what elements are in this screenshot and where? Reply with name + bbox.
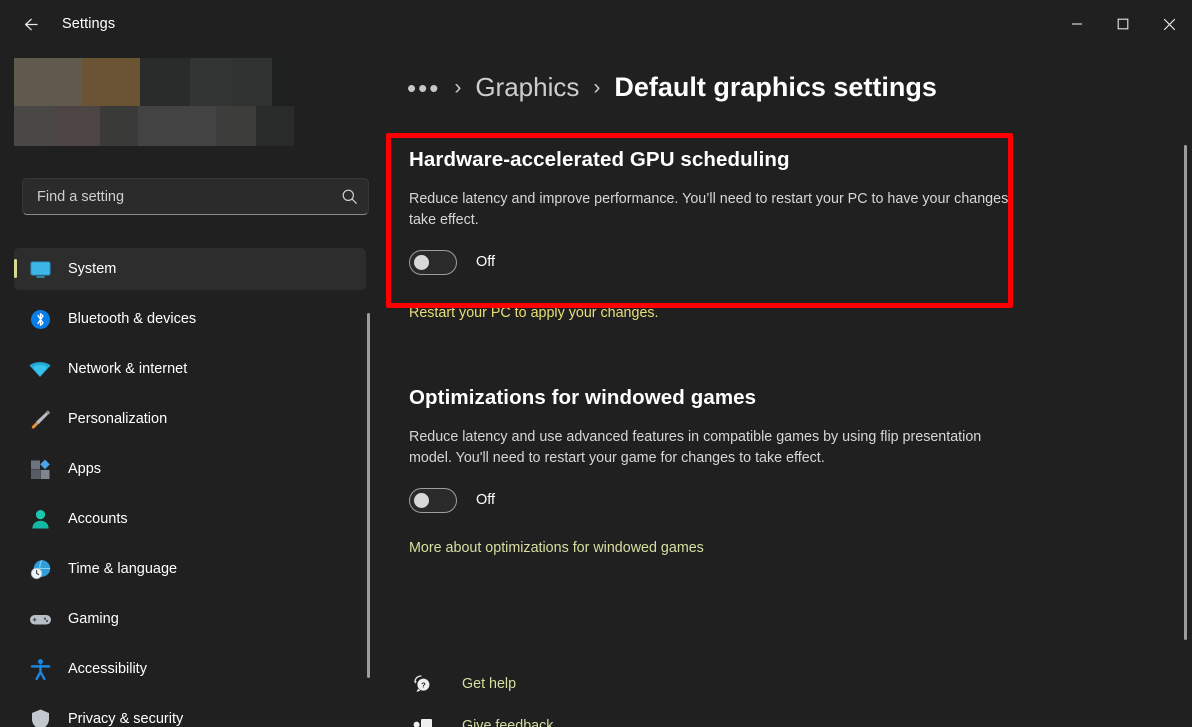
apps-icon bbox=[26, 455, 54, 483]
sidebar-item-time-language[interactable]: Time & language bbox=[14, 548, 366, 590]
bluetooth-icon bbox=[26, 305, 54, 333]
help-question-icon: ? bbox=[409, 673, 435, 695]
page-title: Default graphics settings bbox=[614, 72, 937, 102]
clock-globe-icon bbox=[26, 555, 54, 583]
sidebar-item-system[interactable]: System bbox=[14, 248, 366, 290]
sidebar-item-gaming[interactable]: Gaming bbox=[14, 598, 366, 640]
breadcrumb-overflow-button[interactable]: ••• bbox=[407, 75, 440, 101]
give-feedback-link[interactable]: Give feedback bbox=[409, 705, 553, 727]
sidebar: System Bluetooth & devices bbox=[0, 48, 375, 727]
windowed-games-toggle[interactable] bbox=[409, 487, 457, 513]
sidebar-item-label: Time & language bbox=[68, 561, 178, 577]
breadcrumb-separator-icon: › bbox=[593, 75, 601, 99]
sidebar-item-personalization[interactable]: Personalization bbox=[14, 398, 366, 440]
arrow-left-icon bbox=[24, 18, 38, 30]
sidebar-item-bluetooth-devices[interactable]: Bluetooth & devices bbox=[14, 298, 366, 340]
window-title: Settings bbox=[62, 16, 116, 32]
maximize-button[interactable] bbox=[1100, 0, 1146, 48]
settings-window: Settings Find a setting System Bluetooth… bbox=[0, 0, 1192, 727]
section-description: Reduce latency and use advanced features… bbox=[409, 429, 982, 467]
toggle-state-label: Off bbox=[476, 492, 496, 509]
windowed-games-toggle-row: Off bbox=[409, 487, 1009, 513]
paintbrush-icon bbox=[26, 405, 54, 433]
breadcrumb-link-graphics[interactable]: Graphics bbox=[475, 72, 579, 103]
sidebar-item-label: Accounts bbox=[68, 511, 128, 527]
close-button[interactable] bbox=[1146, 0, 1192, 48]
accessibility-icon bbox=[26, 655, 54, 683]
minimize-icon bbox=[1072, 23, 1082, 25]
restart-warning-text: Restart your PC to apply your changes. bbox=[409, 304, 659, 321]
sidebar-item-label: Accessibility bbox=[68, 661, 147, 677]
sidebar-item-accessibility[interactable]: Accessibility bbox=[14, 648, 366, 690]
gamepad-icon bbox=[26, 605, 54, 633]
sidebar-item-accounts[interactable]: Accounts bbox=[14, 498, 366, 540]
sidebar-item-apps[interactable]: Apps bbox=[14, 448, 366, 490]
more-about-windowed-games-link[interactable]: More about optimizations for windowed ga… bbox=[409, 540, 1009, 556]
breadcrumb-separator-icon: › bbox=[454, 75, 462, 99]
footer-link-label: Get help bbox=[462, 676, 517, 692]
section-description: Reduce latency and improve performance. … bbox=[409, 191, 1009, 229]
sidebar-item-label: System bbox=[68, 261, 117, 277]
footer-link-label: Give feedback bbox=[462, 718, 554, 727]
search-input[interactable] bbox=[23, 188, 330, 205]
get-help-link[interactable]: ? Get help bbox=[409, 663, 553, 705]
monitor-icon bbox=[26, 255, 54, 283]
section-title: Hardware-accelerated GPU scheduling bbox=[409, 148, 790, 171]
window-controls bbox=[1054, 0, 1192, 48]
sidebar-item-label: Gaming bbox=[68, 611, 119, 627]
sidebar-scrollbar[interactable] bbox=[367, 313, 370, 678]
sidebar-item-privacy-security[interactable]: Privacy & security bbox=[14, 698, 366, 727]
toggle-knob bbox=[414, 254, 429, 270]
svg-text:?: ? bbox=[421, 681, 426, 690]
sidebar-item-label: Bluetooth & devices bbox=[68, 311, 197, 327]
shield-icon bbox=[26, 705, 54, 727]
toggle-state-label: Off bbox=[476, 254, 496, 271]
sidebar-nav: System Bluetooth & devices Network & int… bbox=[14, 248, 366, 727]
person-icon bbox=[26, 505, 54, 533]
maximize-icon bbox=[1117, 18, 1129, 30]
sidebar-item-label: Apps bbox=[68, 461, 102, 477]
search-icon bbox=[330, 188, 368, 205]
sidebar-item-label: Network & internet bbox=[68, 361, 188, 377]
content-scrollbar[interactable] bbox=[1184, 145, 1187, 640]
gpu-scheduling-toggle-row: Off bbox=[409, 249, 1009, 275]
title-bar: Settings bbox=[0, 0, 1192, 48]
search-box[interactable] bbox=[22, 178, 369, 215]
section-gpu-scheduling: Hardware-accelerated GPU scheduling Redu… bbox=[409, 148, 1009, 321]
sidebar-item-label: Personalization bbox=[68, 411, 168, 427]
feedback-person-icon bbox=[409, 715, 435, 727]
sidebar-item-label: Privacy & security bbox=[68, 711, 184, 727]
sidebar-item-network-internet[interactable]: Network & internet bbox=[14, 348, 366, 390]
profile-redacted-block bbox=[14, 58, 296, 146]
minimize-button[interactable] bbox=[1054, 0, 1100, 48]
footer-links: ? Get help Give feedback bbox=[409, 663, 553, 727]
toggle-knob bbox=[414, 492, 429, 508]
breadcrumb: ••• › Graphics › Default graphics settin… bbox=[407, 72, 937, 103]
back-button[interactable] bbox=[10, 8, 50, 40]
close-icon bbox=[1163, 18, 1175, 30]
gpu-scheduling-toggle[interactable] bbox=[409, 249, 457, 275]
section-windowed-games: Optimizations for windowed games Reduce … bbox=[409, 386, 1009, 556]
section-title: Optimizations for windowed games bbox=[409, 386, 757, 409]
content-pane: ••• › Graphics › Default graphics settin… bbox=[375, 48, 1192, 727]
wifi-icon bbox=[26, 355, 54, 383]
